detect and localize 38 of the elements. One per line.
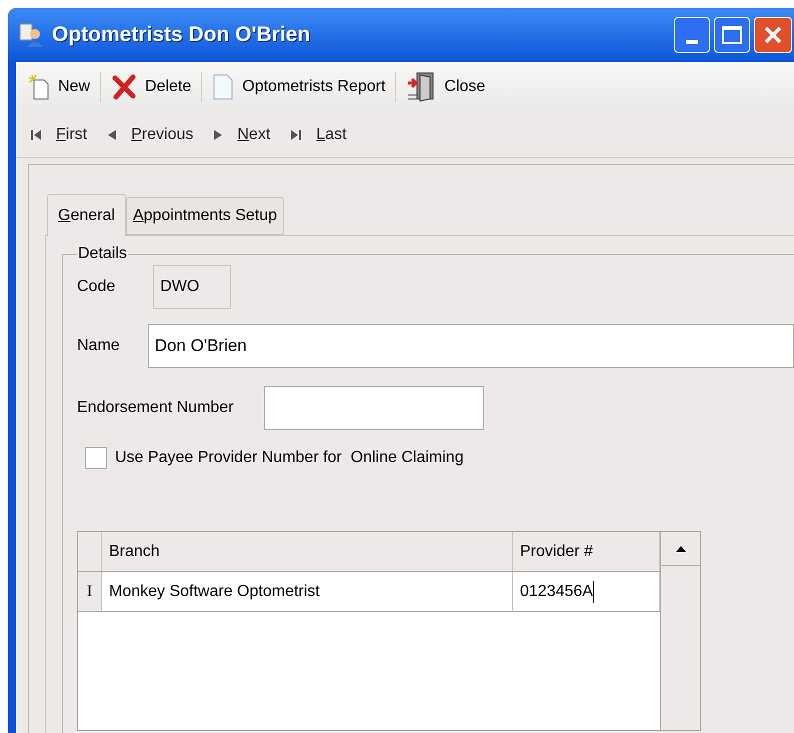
- first-record-icon: [30, 128, 42, 140]
- new-button[interactable]: New: [28, 74, 90, 100]
- up-arrow-icon: [674, 544, 686, 552]
- first-link[interactable]: First: [56, 122, 88, 146]
- minimize-button[interactable]: [674, 17, 710, 53]
- close-button[interactable]: [754, 17, 792, 53]
- new-document-icon: [28, 74, 50, 100]
- report-button[interactable]: Optometrists Report: [212, 73, 386, 101]
- minimize-icon: [686, 40, 698, 44]
- row-indicator: I: [78, 572, 102, 611]
- column-header: Branch: [102, 532, 513, 571]
- checkbox-label: Use Payee Provider Number for Online Claiming: [115, 448, 464, 468]
- right-triangle-icon: [213, 128, 224, 140]
- name-field[interactable]: Don O'Brien: [148, 324, 794, 368]
- window-title: Optometrists Don O'Brien: [52, 22, 310, 48]
- code-label: Code: [77, 277, 116, 297]
- maximize-button[interactable]: [714, 17, 750, 53]
- close-icon: [763, 25, 783, 45]
- last-link[interactable]: Last: [316, 122, 347, 146]
- previous-link[interactable]: Previous: [131, 122, 194, 146]
- close-button[interactable]: Close: [406, 71, 486, 103]
- tab[interactable]: General: [47, 194, 126, 236]
- next-link[interactable]: Next: [237, 122, 270, 146]
- table-cell: Monkey Software Optometrist: [102, 572, 513, 611]
- endorsement-label: Endorsement Number: [77, 398, 234, 418]
- left-triangle-icon: [107, 128, 118, 140]
- tab[interactable]: Appointments Setup: [126, 197, 284, 235]
- endorsement-field[interactable]: [264, 386, 484, 430]
- checkbox[interactable]: [85, 447, 107, 469]
- name-label: Name: [77, 336, 120, 356]
- last-record-icon: [290, 128, 302, 140]
- document-icon: [212, 73, 234, 101]
- code-field: DWO: [153, 265, 232, 309]
- exit-door-icon: [406, 71, 436, 103]
- maximize-icon: [722, 26, 742, 44]
- delete-button[interactable]: Delete: [111, 74, 192, 100]
- x-icon: [111, 74, 138, 100]
- person-icon: [18, 22, 44, 48]
